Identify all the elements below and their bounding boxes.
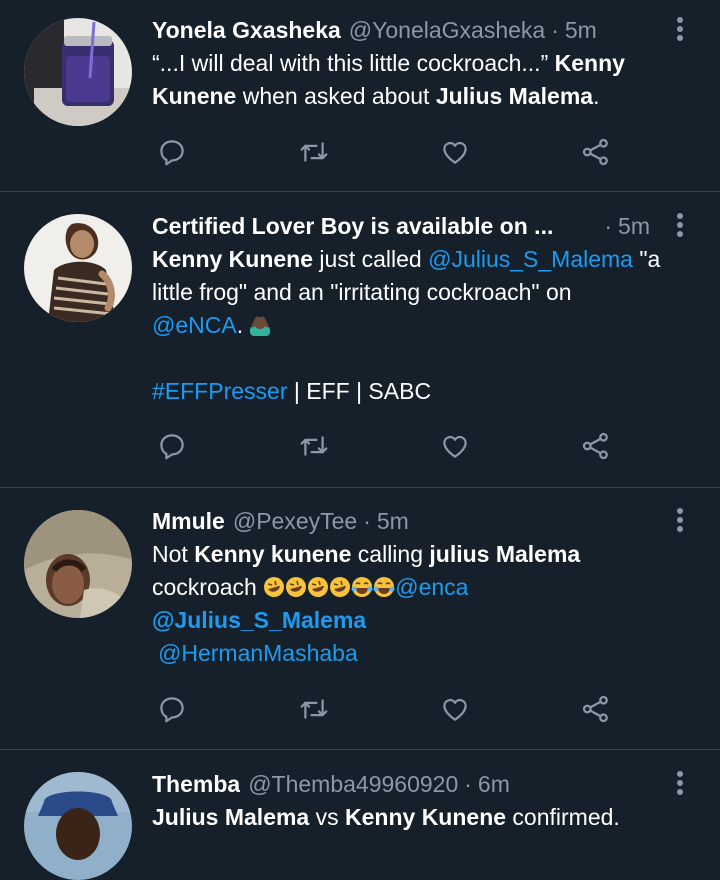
- like-icon[interactable]: [435, 132, 475, 172]
- timestamp[interactable]: 5m: [565, 14, 597, 46]
- tweet-header: Yonela Gxasheka @YonelaGxasheka · 5m: [152, 14, 650, 46]
- more-options-icon[interactable]: [668, 210, 692, 240]
- hashtag-link[interactable]: #EFFPresser: [152, 378, 287, 404]
- retweet-icon[interactable]: [294, 689, 334, 729]
- share-icon[interactable]: [576, 426, 616, 466]
- like-icon[interactable]: [435, 426, 475, 466]
- separator-dot: ·: [604, 213, 613, 239]
- tweet-text-line: Julius Malema vs Kenny Kunene confirmed.: [152, 801, 700, 834]
- separator-dot: ·: [464, 771, 472, 797]
- tweet-text-line: #EFFPresser | EFF | SABC: [152, 375, 700, 408]
- text-span: .: [236, 312, 250, 338]
- tweet[interactable]: Yonela Gxasheka @YonelaGxasheka · 5m “..…: [0, 0, 720, 192]
- reply-icon[interactable]: [152, 426, 192, 466]
- tweet-text: Kenny Kunene just called @Julius_S_Malem…: [152, 243, 700, 408]
- mention-link[interactable]: @Julius_S_Malema: [428, 246, 633, 272]
- text-span: when asked about: [236, 83, 436, 109]
- tweet-text-line: @HermanMashaba: [152, 637, 700, 670]
- avatar[interactable]: [24, 214, 132, 322]
- timestamp[interactable]: 6m: [478, 768, 510, 800]
- text-span: confirmed.: [506, 804, 620, 830]
- more-options-icon[interactable]: [668, 14, 692, 44]
- tears-of-joy-emoji: [351, 577, 373, 597]
- person-facepalming-emoji: [250, 316, 271, 336]
- tweet-text: Julius Malema vs Kenny Kunene confirmed.: [152, 801, 700, 834]
- bold-text: Kenny Kunene: [345, 804, 507, 830]
- text-span: Not: [152, 541, 195, 567]
- like-icon[interactable]: [435, 689, 475, 729]
- tweet-header: Mmule @PexeyTee · 5m: [152, 505, 650, 537]
- avatar[interactable]: [24, 772, 132, 880]
- tweet-text-line: cockroach @enca: [152, 571, 700, 604]
- retweet-icon[interactable]: [294, 426, 334, 466]
- bold-text: Kunene: [152, 83, 237, 109]
- tears-of-joy-emoji: [373, 577, 395, 597]
- user-handle[interactable]: @Themba49960920: [248, 768, 458, 800]
- reply-icon[interactable]: [152, 132, 192, 172]
- user-handle[interactable]: @PexeyTee: [233, 505, 357, 537]
- tweet-text: “...I will deal with this little cockroa…: [152, 47, 700, 113]
- mention-link[interactable]: @enca: [395, 574, 468, 600]
- tweet-actions: [152, 132, 622, 172]
- bold-text: Kenny Kunene: [152, 246, 314, 272]
- tweet-text-line: “...I will deal with this little cockroa…: [152, 47, 700, 80]
- avatar[interactable]: [24, 510, 132, 618]
- tweet-text-line: @Julius_S_Malema: [152, 604, 700, 637]
- bold-text: Julius Malema: [435, 83, 594, 109]
- separator-dot: ·: [551, 17, 559, 43]
- rolling-on-floor-laughing-emoji: [286, 577, 307, 597]
- share-icon[interactable]: [576, 689, 616, 729]
- text-span: calling: [351, 541, 430, 567]
- text-span: | EFF | SABC: [287, 378, 432, 404]
- tweet-actions: [152, 689, 622, 729]
- timestamp[interactable]: 5m: [618, 210, 650, 242]
- bold-text: Kenny: [554, 50, 625, 76]
- display-name[interactable]: Yonela Gxasheka: [152, 14, 341, 46]
- text-span: "a: [632, 246, 661, 272]
- text-span: “...I will deal with this little cockroa…: [152, 50, 555, 76]
- share-icon[interactable]: [576, 132, 616, 172]
- text-span: .: [593, 83, 600, 109]
- text-span: just called: [313, 246, 429, 272]
- more-options-icon[interactable]: [668, 768, 692, 798]
- display-name[interactable]: Mmule: [152, 505, 225, 537]
- text-span: vs: [309, 804, 346, 830]
- user-handle[interactable]: @YonelaGxasheka: [349, 14, 545, 46]
- bold-text: julius Malema: [429, 541, 581, 567]
- text-span: cockroach: [152, 574, 264, 600]
- display-name[interactable]: Themba: [152, 768, 240, 800]
- mention-link[interactable]: @Julius_S_Malema: [152, 607, 366, 633]
- display-name[interactable]: Certified Lover Boy is available on ...: [152, 210, 553, 242]
- rolling-on-floor-laughing-emoji: [330, 577, 351, 597]
- bold-text: Kenny kunene: [194, 541, 352, 567]
- tweet-text-line: Not Kenny kunene calling julius Malema: [152, 538, 700, 571]
- rolling-on-floor-laughing-emoji: [308, 577, 329, 597]
- avatar[interactable]: [24, 18, 132, 126]
- tweet-text-line: Kenny Kunene just called @Julius_S_Malem…: [152, 243, 700, 276]
- tweet-header: Certified Lover Boy is available on ... …: [152, 210, 650, 242]
- rolling-on-floor-laughing-emoji: [264, 577, 285, 597]
- more-options-icon[interactable]: [668, 505, 692, 535]
- timestamp[interactable]: 5m: [377, 505, 409, 537]
- tweet[interactable]: Mmule @PexeyTee · 5m Not Kenny kunene ca…: [0, 488, 720, 750]
- mention-link[interactable]: @HermanMashaba: [158, 640, 358, 666]
- separator-dot: ·: [363, 508, 371, 534]
- tweet[interactable]: Certified Lover Boy is available on ... …: [0, 192, 720, 488]
- retweet-icon[interactable]: [294, 132, 334, 172]
- tweet-text-line: little frog" and an "irritating cockroac…: [152, 279, 572, 305]
- bold-text: Julius Malema: [152, 804, 310, 830]
- tweet-text: Not Kenny kunene calling julius Malema c…: [152, 538, 700, 670]
- tweet-actions: [152, 426, 622, 466]
- tweet-text-line: Kunene when asked about Julius Malema.: [152, 80, 700, 113]
- tweet-text-line: @eNCA.: [152, 309, 700, 342]
- tweet[interactable]: Themba @Themba49960920 · 6m Julius Malem…: [0, 750, 720, 880]
- tweet-header: Themba @Themba49960920 · 6m: [152, 768, 650, 800]
- mention-link[interactable]: @eNCA: [152, 312, 237, 338]
- tweet-text-line: [152, 342, 700, 375]
- reply-icon[interactable]: [152, 689, 192, 729]
